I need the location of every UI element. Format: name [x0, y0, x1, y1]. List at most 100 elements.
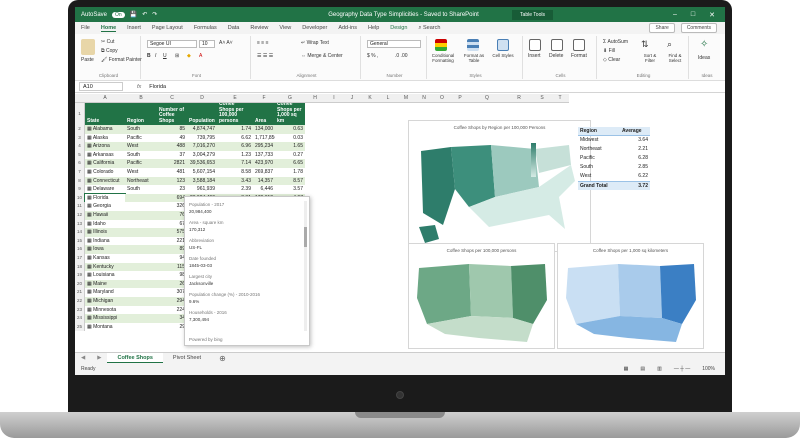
sort-filter-icon[interactable]: ⇅	[641, 39, 649, 50]
state-cell[interactable]: ▦ Indiana	[85, 236, 125, 246]
borders-icon[interactable]: ⊞	[175, 53, 179, 59]
table-cell[interactable]: 694	[157, 193, 187, 203]
row-header[interactable]: 11	[75, 202, 85, 211]
row-header[interactable]: 15	[75, 236, 85, 246]
row-header[interactable]: 3	[75, 133, 85, 143]
row-header[interactable]: 14	[75, 228, 85, 237]
format-cells-icon[interactable]	[573, 39, 585, 51]
table-cell[interactable]: 6.96	[217, 142, 253, 151]
conditional-formatting-button[interactable]: Conditional Formatting	[429, 53, 457, 63]
tab-page-layout[interactable]: Page Layout	[152, 25, 183, 31]
table-cell[interactable]: Pacific	[125, 133, 157, 143]
redo-icon[interactable]: ↷	[152, 11, 157, 18]
underline-button[interactable]: U	[163, 53, 167, 59]
row-header[interactable]: 17	[75, 254, 85, 263]
row-header[interactable]: 18	[75, 262, 85, 272]
cell-styles-icon[interactable]	[497, 39, 509, 51]
table-cell[interactable]: Northeast	[125, 176, 157, 186]
table-cell[interactable]: 115	[157, 262, 187, 272]
table-cell[interactable]: 3,588,184	[187, 176, 217, 186]
table-cell[interactable]: 7.14	[217, 159, 253, 168]
fx-icon[interactable]: fx	[137, 84, 141, 90]
row-header[interactable]: 23	[75, 305, 85, 315]
table-cell[interactable]: 2821	[157, 159, 187, 168]
table-cell[interactable]: 3.43	[217, 176, 253, 186]
pivot-grand-total-value[interactable]: 3.72	[620, 181, 650, 190]
cell-styles-button[interactable]: Cell Styles	[491, 53, 515, 58]
table-cell[interactable]: 575	[157, 228, 187, 237]
table-cell[interactable]	[125, 297, 157, 306]
format-painter-button[interactable]: 🖌 Format Painter	[101, 57, 142, 63]
clear-button[interactable]: ◇ Clear	[603, 57, 620, 63]
state-cell[interactable]: ▦ Georgia	[85, 202, 125, 211]
row-header[interactable]: 24	[75, 314, 85, 323]
zoom-slider[interactable]: — ┼ —	[674, 366, 690, 372]
state-cell[interactable]: ▦ Delaware	[85, 185, 125, 194]
font-size-select[interactable]: 10	[199, 40, 215, 48]
table-cell[interactable]: 23	[157, 185, 187, 194]
table-cell[interactable]	[125, 193, 157, 203]
column-header[interactable]: C	[157, 94, 187, 103]
column-header[interactable]: E	[217, 94, 253, 103]
state-cell[interactable]: ▦ Alaska	[85, 133, 125, 143]
table-cell[interactable]: 488	[157, 142, 187, 151]
decimal-icon[interactable]: .0 .00	[395, 53, 408, 59]
wrap-text-button[interactable]: ↵ Wrap Text	[301, 40, 329, 46]
maximize-button[interactable]: □	[691, 11, 695, 19]
column-header[interactable]: T	[551, 94, 569, 103]
pivot-row-label[interactable]: Pacific	[578, 154, 620, 163]
font-name-select[interactable]: Segoe UI	[147, 40, 197, 48]
table-cell[interactable]: 1.78	[275, 168, 305, 177]
table-cell[interactable]: 4,874,747	[187, 125, 217, 134]
name-box[interactable]: A10	[79, 82, 123, 91]
align-left-icon[interactable]: ☰ ☰ ☰	[257, 53, 273, 59]
tab-file[interactable]: File	[81, 25, 90, 31]
find-select-button[interactable]: Find & Select	[663, 53, 687, 63]
state-cell[interactable]: ▦ Michigan	[85, 297, 125, 306]
region-map-chart[interactable]: Coffee Shops by Region per 100,000 Perso…	[408, 120, 591, 252]
column-header[interactable]: O	[433, 94, 451, 103]
table-cell[interactable]: 7,016,270	[187, 142, 217, 151]
table-header-cell[interactable]: Region	[125, 103, 157, 125]
tab-pivot-sheet[interactable]: Pivot Sheet	[163, 353, 211, 364]
row-header[interactable]: 20	[75, 279, 85, 289]
fill-button[interactable]: ⬇ Fill	[603, 48, 615, 54]
paste-icon[interactable]	[81, 39, 95, 55]
table-cell[interactable]: 326	[157, 202, 187, 211]
table-cell[interactable]	[125, 279, 157, 289]
table-cell[interactable]: Pacific	[125, 159, 157, 168]
table-cell[interactable]	[125, 322, 157, 332]
card-scroll-thumb[interactable]	[304, 227, 307, 247]
table-header-cell[interactable]: Number of Coffee Shops	[157, 103, 187, 125]
cut-button[interactable]: ✂ Cut	[101, 39, 114, 45]
tab-formulas[interactable]: Formulas	[194, 25, 217, 31]
state-cell[interactable]: ▦ Alabama	[85, 125, 125, 134]
column-header[interactable]: P	[451, 94, 469, 103]
column-header[interactable]: L	[379, 94, 397, 103]
share-button[interactable]: Share	[649, 23, 675, 33]
table-cell[interactable]: 8.58	[217, 168, 253, 177]
currency-icon[interactable]: $ % ,	[367, 53, 378, 59]
table-cell[interactable]: 123	[157, 176, 187, 186]
table-cell[interactable]: 0.03	[275, 133, 305, 143]
column-header[interactable]: F	[253, 94, 275, 103]
format-as-table-icon[interactable]	[467, 39, 479, 51]
conditional-formatting-icon[interactable]	[435, 39, 447, 51]
autosave-toggle[interactable]: On	[112, 11, 125, 18]
table-cell[interactable]: 739,795	[187, 133, 217, 143]
row-header[interactable]: 12	[75, 211, 85, 220]
column-header[interactable]: R	[505, 94, 533, 103]
row-header[interactable]: 16	[75, 245, 85, 254]
table-header-cell[interactable]: State	[85, 103, 125, 125]
table-cell[interactable]: 39,536,653	[187, 159, 217, 168]
table-cell[interactable]: 2.39	[217, 185, 253, 194]
table-cell[interactable]: 1.74	[217, 125, 253, 134]
tab-view[interactable]: View	[279, 25, 291, 31]
table-cell[interactable]: 295,234	[253, 142, 275, 151]
table-cell[interactable]: 5,607,154	[187, 168, 217, 177]
normal-view-icon[interactable]: ▦	[624, 366, 629, 372]
tab-coffee-shops[interactable]: Coffee Shops	[107, 352, 163, 364]
table-cell[interactable]: West	[125, 142, 157, 151]
row-header[interactable]: 19	[75, 271, 85, 280]
table-cell[interactable]: 224	[157, 305, 187, 315]
